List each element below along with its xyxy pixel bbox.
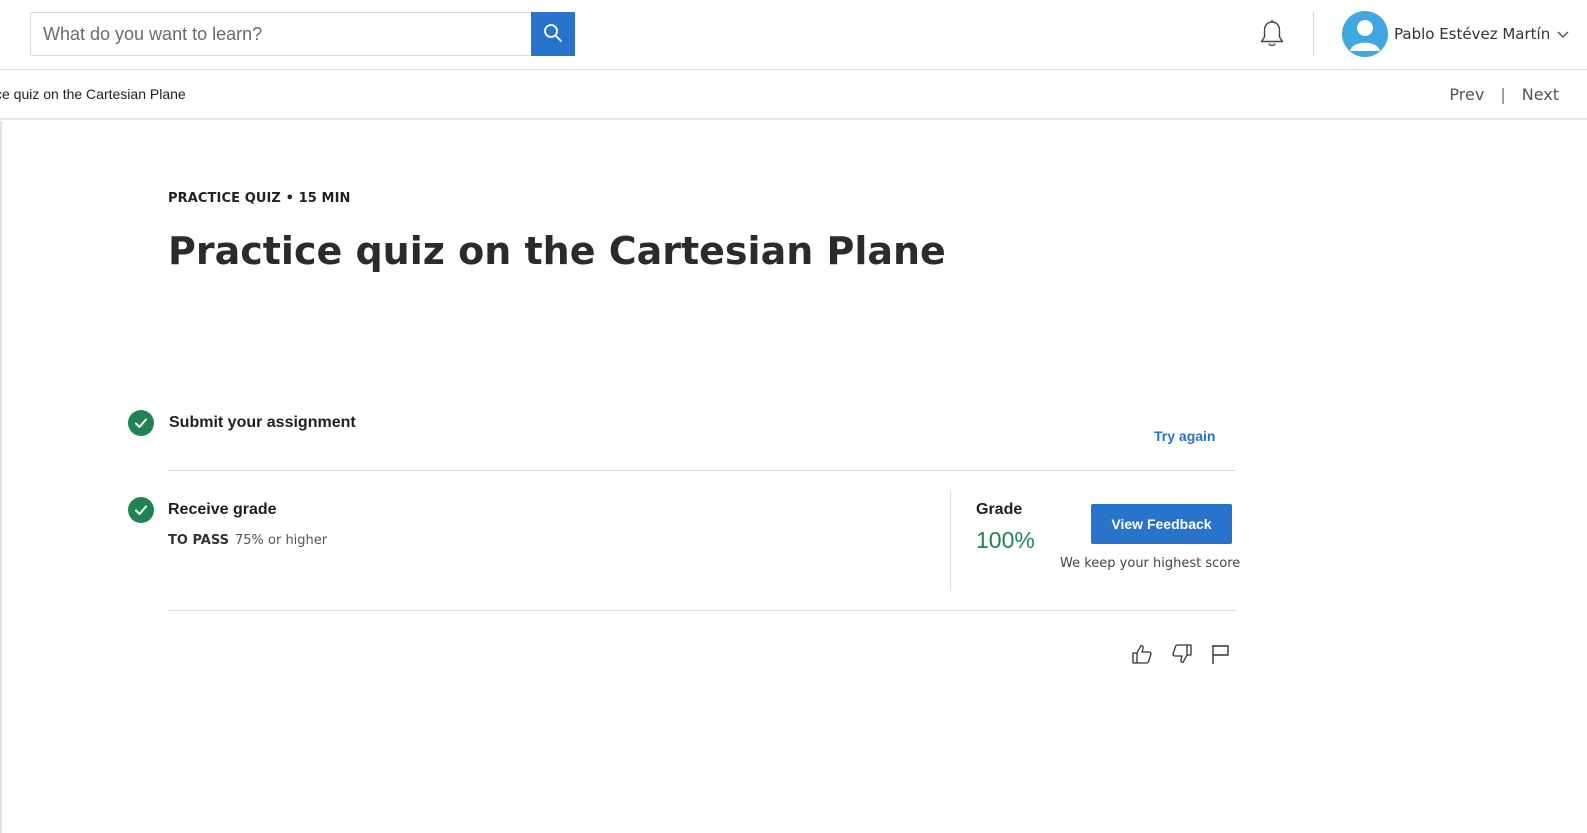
search-input[interactable] <box>30 12 531 56</box>
step-submit-title: Submit your assignment <box>169 414 356 431</box>
chevron-down-icon <box>1556 29 1570 39</box>
grade-label: Grade <box>976 501 1023 518</box>
view-feedback-button[interactable]: View Feedback <box>1091 504 1232 544</box>
pass-requirement: TO PASS 75% or higher <box>168 533 327 548</box>
breadcrumb[interactable]: ce quiz on the Cartesian Plane <box>0 86 186 102</box>
search-icon <box>543 23 563 46</box>
content-edge-shadow <box>0 121 3 833</box>
prev-link[interactable]: Prev <box>1449 85 1484 104</box>
bell-icon <box>1258 19 1286 54</box>
user-avatar-icon <box>1342 11 1388 57</box>
header-divider <box>1313 12 1314 56</box>
divider <box>168 610 1236 611</box>
user-name: Pablo Estévez Martín <box>1394 25 1551 43</box>
flag-icon[interactable] <box>1207 641 1233 667</box>
notifications-button[interactable] <box>1256 19 1288 54</box>
user-menu[interactable]: Pablo Estévez Martín <box>1342 11 1570 57</box>
divider <box>168 470 1236 471</box>
next-link[interactable]: Next <box>1522 85 1559 104</box>
breadcrumb-bar: ce quiz on the Cartesian Plane Prev | Ne… <box>0 71 1587 120</box>
page-title: Practice quiz on the Cartesian Plane <box>168 229 946 273</box>
top-header: Pablo Estévez Martín <box>0 0 1587 70</box>
search-button[interactable] <box>531 12 575 56</box>
quiz-kicker: PRACTICE QUIZ • 15 MIN <box>168 191 351 206</box>
step-grade-title: Receive grade <box>168 501 277 518</box>
thumbs-down-icon[interactable] <box>1169 641 1195 667</box>
check-circle-icon <box>128 497 154 523</box>
item-pager: Prev | Next <box>1449 85 1559 104</box>
search-bar <box>30 12 575 56</box>
pager-separator: | <box>1500 85 1506 104</box>
check-circle-icon <box>128 410 154 436</box>
grade-value: 100% <box>976 527 1035 553</box>
pass-label: TO PASS <box>168 533 229 548</box>
try-again-link[interactable]: Try again <box>1154 428 1215 444</box>
pass-value: 75% or higher <box>234 533 328 548</box>
highest-score-note: We keep your highest score <box>1060 556 1241 571</box>
grade-divider <box>950 491 951 591</box>
thumbs-up-icon[interactable] <box>1129 641 1155 667</box>
